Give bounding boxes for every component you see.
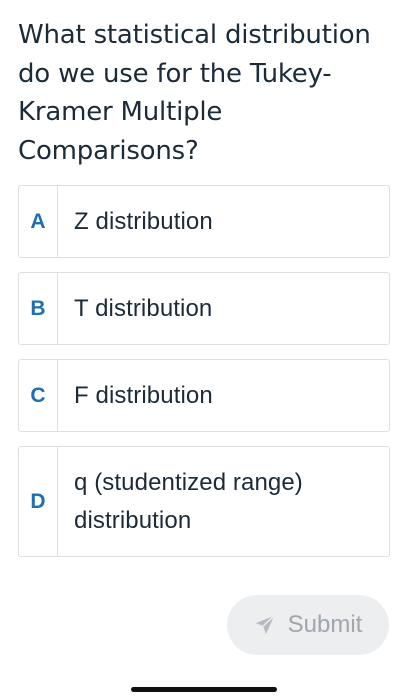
option-c[interactable]: C F distribution	[18, 359, 390, 432]
option-b[interactable]: B T distribution	[18, 272, 390, 345]
option-letter: A	[19, 186, 58, 257]
option-label: F distribution	[74, 381, 213, 409]
paper-plane-icon	[254, 614, 276, 636]
question-text: What statistical distribution do we use …	[18, 20, 371, 166]
submit-label: Submit	[287, 611, 363, 638]
submit-button[interactable]: Submit	[227, 595, 389, 655]
option-label: T distribution	[74, 294, 213, 322]
quiz-screen: What statistical distribution do we use …	[0, 0, 405, 700]
answer-options: A Z distribution B T distribution C F di…	[18, 185, 390, 571]
option-label: Z distribution	[74, 207, 213, 235]
option-letter: D	[19, 447, 58, 556]
option-letter: C	[19, 360, 58, 431]
home-indicator	[131, 687, 277, 692]
option-d[interactable]: D q (studentized range) distribution	[18, 446, 390, 557]
option-label: q (studentized range) distribution	[74, 468, 303, 534]
option-a[interactable]: A Z distribution	[18, 185, 390, 258]
option-letter: B	[19, 273, 58, 344]
